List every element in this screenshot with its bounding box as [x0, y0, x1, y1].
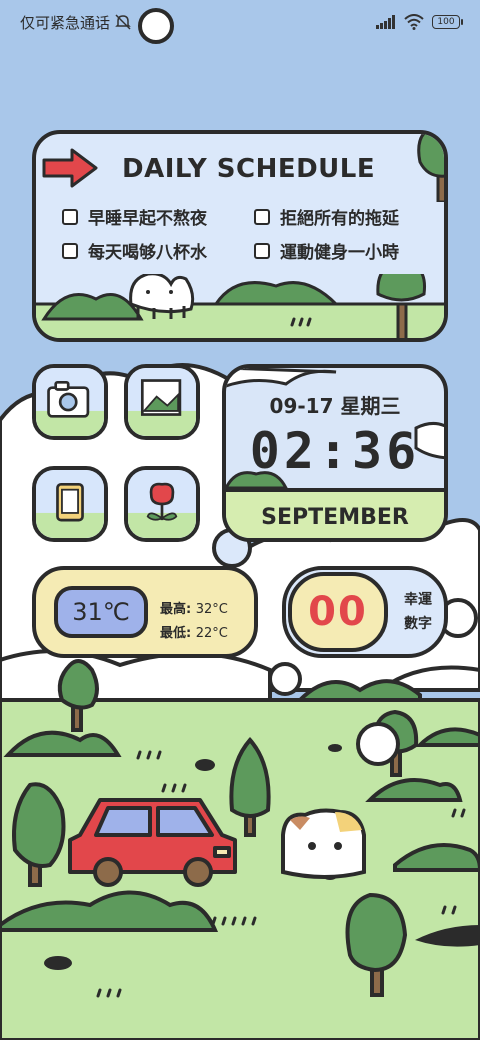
- low-temp-value: 22°C: [195, 626, 228, 641]
- tree-decoration: [417, 134, 444, 202]
- gallery-icon: [128, 368, 196, 436]
- task-label: 運動健身一小時: [280, 243, 399, 263]
- flower-app[interactable]: [124, 466, 200, 542]
- weather-widget[interactable]: 31℃ 最高: 32°C 最低: 22°C: [32, 566, 258, 658]
- status-left: 仅可紧急通话: [20, 12, 132, 33]
- daily-schedule-widget[interactable]: DAILY SCHEDULE 早睡早起不熬夜 拒絕所有的拖延 每天喝够八杯水 運…: [32, 130, 448, 342]
- status-right: 100: [376, 14, 463, 30]
- task-item[interactable]: 每天喝够八杯水: [62, 238, 207, 263]
- high-temp-label: 最高:: [160, 602, 192, 617]
- mute-icon: [115, 14, 131, 30]
- task-item[interactable]: 運動健身一小時: [254, 238, 399, 263]
- lucky-number-widget[interactable]: 00 幸運數字: [282, 566, 448, 658]
- arrow-right-icon: [42, 148, 98, 188]
- task-label: 早睡早起不熬夜: [88, 209, 207, 229]
- status-bar: 仅可紧急通话 100: [0, 0, 480, 44]
- camera-icon: [36, 368, 104, 436]
- signal-icon: [376, 15, 395, 29]
- lucky-number-badge: 00: [288, 572, 388, 652]
- camera-app[interactable]: [32, 364, 108, 440]
- gallery-app[interactable]: [124, 364, 200, 440]
- clock-month: SEPTEMBER: [226, 488, 444, 538]
- task-checkbox[interactable]: [62, 208, 78, 225]
- schedule-scenery: [36, 274, 444, 338]
- clock-date: 09-17 星期三: [269, 394, 401, 418]
- phone-app[interactable]: [32, 466, 108, 542]
- bubble-decoration: [138, 8, 174, 44]
- phone-icon: [36, 470, 104, 538]
- battery-icon: 100: [432, 15, 463, 29]
- low-temp-row: 最低: 22°C: [160, 622, 228, 641]
- wifi-icon: [404, 14, 424, 30]
- high-temp-value: 32°C: [195, 602, 228, 617]
- task-checkbox[interactable]: [62, 242, 78, 259]
- task-label: 拒絕所有的拖延: [280, 209, 399, 229]
- battery-level: 100: [437, 17, 455, 27]
- clock-widget[interactable]: 09-17 星期三 02:36 SEPTEMBER: [222, 364, 448, 542]
- flower-icon: [128, 470, 196, 538]
- bubble-decoration: [356, 722, 400, 766]
- task-label: 每天喝够八杯水: [88, 243, 207, 263]
- bubble-decoration: [268, 662, 302, 696]
- task-checkbox[interactable]: [254, 242, 270, 259]
- schedule-title: DAILY SCHEDULE: [122, 154, 376, 184]
- task-item[interactable]: 早睡早起不熬夜: [62, 204, 207, 229]
- task-checkbox[interactable]: [254, 208, 270, 225]
- lucky-number-label: 幸運數字: [404, 592, 432, 632]
- lucky-number: 00: [308, 589, 368, 635]
- current-temperature: 31℃: [54, 586, 148, 638]
- clock-time: 02:36: [249, 422, 421, 480]
- high-temp-row: 最高: 32°C: [160, 598, 228, 617]
- task-item[interactable]: 拒絕所有的拖延: [254, 204, 399, 229]
- carrier-status-text: 仅可紧急通话: [20, 13, 111, 32]
- low-temp-label: 最低:: [160, 626, 192, 641]
